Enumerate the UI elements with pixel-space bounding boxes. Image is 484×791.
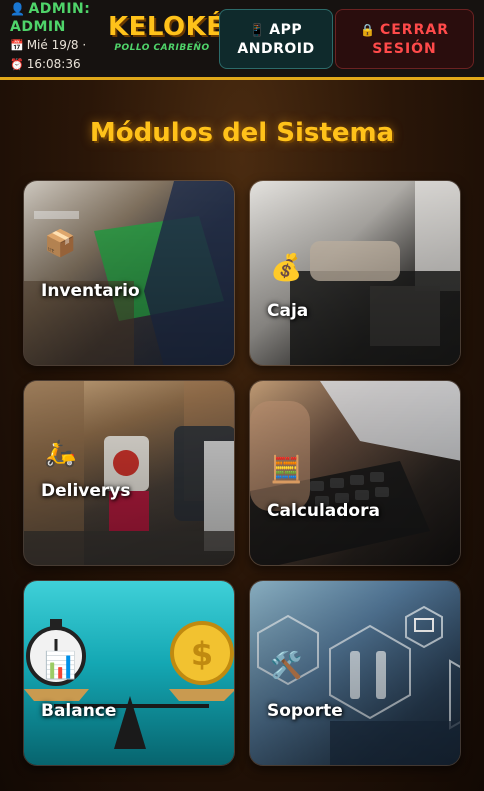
module-card-soporte[interactable]: 🛠️ Soporte [249, 580, 461, 766]
abacus-icon: 🧮 [270, 455, 303, 485]
module-card-calculadora[interactable]: 🧮 Calculadora [249, 380, 461, 566]
user-icon: 👤 [10, 2, 26, 16]
module-label: Caja [267, 301, 309, 321]
logout-button[interactable]: 🔒 CERRAR SESIÓN [335, 9, 474, 69]
alarm-clock-icon: ⏰ [10, 58, 24, 71]
module-card-balance[interactable]: $ 📊 Balance [23, 580, 235, 766]
user-info: 👤 ADMIN: ADMIN 📅 Mié 19/8 · ⏰ 16:08:36 [10, 0, 106, 74]
module-label: Calculadora [267, 501, 380, 521]
top-bar: 👤 ADMIN: ADMIN 📅 Mié 19/8 · ⏰ 16:08:36 KELO… [0, 0, 484, 80]
mobile-phone-icon: 📱 [249, 23, 266, 37]
scooter-icon: 🛵 [44, 439, 77, 469]
svg-text:$: $ [191, 635, 213, 673]
date-display: 📅 Mié 19/8 · [10, 38, 87, 52]
page-title: Módulos del Sistema [89, 118, 395, 148]
tools-icon: 🛠️ [270, 651, 303, 681]
android-app-button[interactable]: 📱 APP ANDROID [219, 9, 333, 69]
module-card-inventario[interactable]: 📦 Inventario [23, 180, 235, 366]
module-label: Inventario [41, 281, 140, 301]
brand-logo: KELOKÉ POLLO CARIBEÑO [108, 12, 225, 62]
logo-subtitle: POLLO CARIBEÑO [114, 43, 210, 53]
package-icon: 📦 [44, 229, 77, 259]
module-label: Deliverys [41, 481, 131, 501]
logo-main-text: KELOKÉ [108, 12, 225, 42]
user-name: ADMIN [10, 19, 66, 35]
module-card-caja[interactable]: 💰 Caja [249, 180, 461, 366]
calendar-icon: 📅 [10, 39, 24, 52]
module-label: Balance [41, 701, 117, 721]
module-card-deliverys[interactable]: 🛵 Deliverys [23, 380, 235, 566]
money-bag-icon: 💰 [270, 253, 303, 283]
lock-icon: 🔒 [360, 23, 376, 37]
chart-icon: 📊 [44, 651, 77, 681]
clock-display: ⏰ 16:08:36 [10, 57, 81, 71]
module-label: Soporte [267, 701, 343, 721]
user-label: 👤 ADMIN: [10, 1, 91, 17]
